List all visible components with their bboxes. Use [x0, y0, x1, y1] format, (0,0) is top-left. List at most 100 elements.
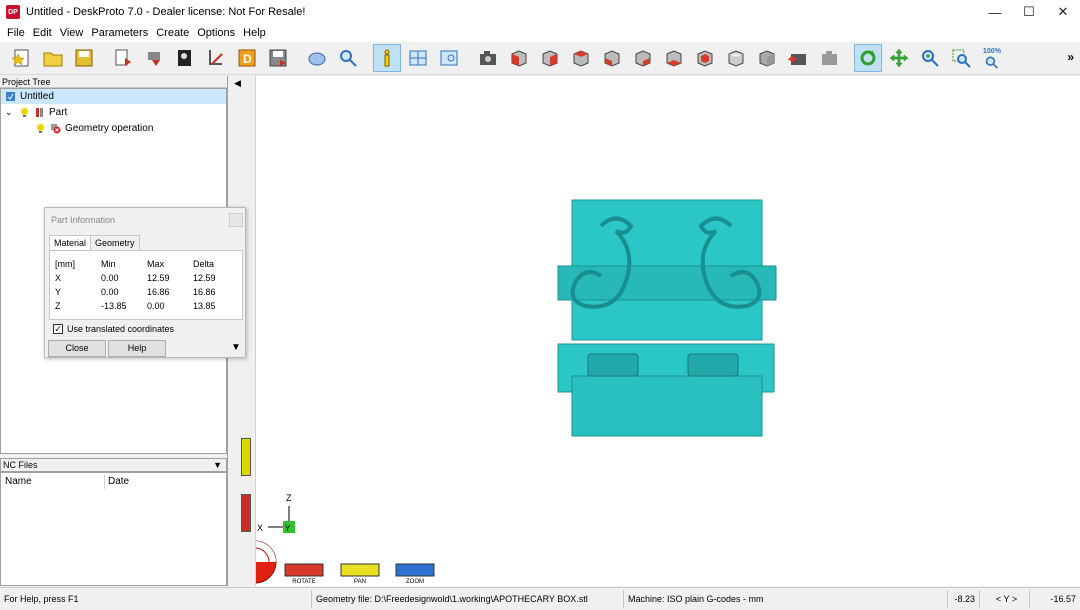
camera-back-icon — [788, 54, 806, 65]
view-top-button[interactable] — [505, 44, 533, 72]
zoom-mode-button[interactable] — [916, 44, 944, 72]
lightbulb-icon[interactable] — [35, 123, 46, 134]
toolbar-overflow-button[interactable]: » — [1067, 50, 1074, 64]
dropdown-arrow-icon[interactable]: ▼ — [213, 459, 222, 471]
load-geometry-button[interactable] — [109, 44, 137, 72]
axis-y-label: Y — [285, 524, 291, 533]
mode-buttons: ROTATE PAN ZOOM — [284, 563, 435, 585]
view-iso-button[interactable] — [691, 44, 719, 72]
part-view-button[interactable] — [303, 44, 331, 72]
window-title: Untitled - DeskProto 7.0 - Dealer licens… — [26, 6, 306, 18]
menu-view[interactable]: View — [56, 27, 88, 39]
part-model — [557, 199, 777, 437]
screen-button[interactable] — [435, 44, 463, 72]
camera-forward-icon — [822, 51, 837, 65]
collapse-panel-icon[interactable]: ◀ — [234, 78, 241, 89]
open-project-button[interactable] — [39, 44, 67, 72]
nc-column-date[interactable]: Date — [108, 476, 129, 487]
cube-view-icon — [573, 50, 589, 67]
pan-mode-label: PAN — [354, 579, 366, 585]
part-information-dialog: Part Information Material Geometry [mm] … — [44, 207, 246, 358]
zoom-window-button[interactable] — [947, 44, 975, 72]
pan-mode-tab[interactable] — [340, 563, 380, 577]
new-project-button[interactable] — [8, 44, 36, 72]
nc-column-name[interactable]: Name — [5, 476, 32, 487]
status-x-coordinate: -8.23 — [948, 590, 980, 608]
pan-mode-button[interactable] — [885, 44, 913, 72]
row-x-min: 0.00 — [101, 273, 119, 283]
magnifier-icon — [340, 50, 357, 67]
rotate-mode-button[interactable] — [854, 44, 882, 72]
nc-files-header: NC Files ▼ — [0, 458, 227, 472]
tree-part-label: Part — [49, 107, 68, 118]
view-front-button[interactable] — [536, 44, 564, 72]
menu-help[interactable]: Help — [239, 27, 270, 39]
layout-button[interactable] — [404, 44, 432, 72]
cube-view-icon — [759, 50, 775, 67]
translated-coordinates-option[interactable]: ✓ Use translated coordinates — [53, 324, 174, 334]
3d-viewport[interactable]: Z X Y ROTATE PAN ZOOM — [233, 76, 1080, 586]
camera-view-button[interactable] — [474, 44, 502, 72]
dimensions-table: [mm] Min Max Delta X 0.00 12.59 12.59 Y … — [49, 250, 243, 320]
tree-operation-label: Geometry operation — [65, 123, 154, 134]
tree-item-part[interactable]: ⌄ Part — [5, 105, 67, 120]
rotate-mode-label: ROTATE — [292, 579, 315, 585]
bitmap-button[interactable] — [171, 44, 199, 72]
vector-button[interactable] — [202, 44, 230, 72]
view-bottom-button[interactable] — [660, 44, 688, 72]
view-right-button[interactable] — [598, 44, 626, 72]
save-nc-icon — [269, 49, 287, 67]
red-slider[interactable] — [241, 494, 251, 532]
dialog-close-icon[interactable] — [229, 213, 243, 227]
save-nc-button[interactable] — [264, 44, 292, 72]
translated-coordinates-checkbox[interactable]: ✓ — [53, 324, 63, 334]
row-z-delta: 13.85 — [193, 301, 216, 311]
row-y-delta: 16.86 — [193, 287, 216, 297]
row-x-max: 12.59 — [147, 273, 170, 283]
import-part-button[interactable] — [140, 44, 168, 72]
column-divider[interactable] — [104, 475, 105, 489]
menu-edit[interactable]: Edit — [29, 27, 56, 39]
inspect-button[interactable] — [334, 44, 362, 72]
zoom-mode-tab[interactable] — [395, 563, 435, 577]
tree-item-operation[interactable]: Geometry operation — [35, 121, 153, 136]
menu-create[interactable]: Create — [152, 27, 193, 39]
view-iso3-button[interactable] — [753, 44, 781, 72]
drawing-button[interactable]: D — [233, 44, 261, 72]
nc-files-title: NC Files — [3, 460, 38, 470]
save-project-button[interactable] — [70, 44, 98, 72]
collapse-icon[interactable]: ⌄ — [5, 107, 19, 118]
zoom-100-button[interactable]: 100% — [978, 44, 1006, 72]
menu-options[interactable]: Options — [193, 27, 239, 39]
zoom-reset-icon — [985, 56, 998, 69]
rotate-mode-tab[interactable] — [284, 563, 324, 577]
view-back-button[interactable] — [629, 44, 657, 72]
row-x-delta: 12.59 — [193, 273, 216, 283]
tab-geometry[interactable]: Geometry — [90, 235, 140, 250]
translated-coordinates-label: Use translated coordinates — [67, 324, 175, 334]
maximize-button[interactable]: ☐ — [1012, 0, 1046, 24]
header-unit: [mm] — [55, 259, 75, 269]
dialog-help-button[interactable]: Help — [108, 340, 166, 357]
viewport-canvas: Z X Y ROTATE PAN ZOOM — [233, 199, 777, 585]
yellow-slider[interactable] — [241, 438, 251, 476]
view-iso2-button[interactable] — [722, 44, 750, 72]
previous-view-button[interactable] — [784, 44, 812, 72]
rotate-dial[interactable] — [233, 540, 277, 584]
close-button[interactable]: ✕ — [1046, 0, 1080, 24]
menu-file[interactable]: File — [3, 27, 29, 39]
menu-parameters[interactable]: Parameters — [87, 27, 152, 39]
part-info-button[interactable] — [373, 44, 401, 72]
cube-view-icon — [635, 50, 651, 67]
cube-view-icon — [542, 50, 558, 67]
next-view-button[interactable] — [815, 44, 843, 72]
menu-bar: File Edit View Parameters Create Options… — [0, 24, 1080, 42]
view-left-button[interactable] — [567, 44, 595, 72]
cube-view-icon — [666, 50, 682, 67]
minimize-button[interactable]: — — [978, 0, 1012, 24]
lightbulb-icon[interactable] — [19, 107, 30, 118]
tab-material[interactable]: Material — [49, 235, 92, 251]
expand-dialog-icon[interactable]: ▼ — [231, 342, 241, 353]
tree-item-root[interactable]: Untitled — [1, 89, 226, 104]
dialog-close-button[interactable]: Close — [48, 340, 106, 357]
